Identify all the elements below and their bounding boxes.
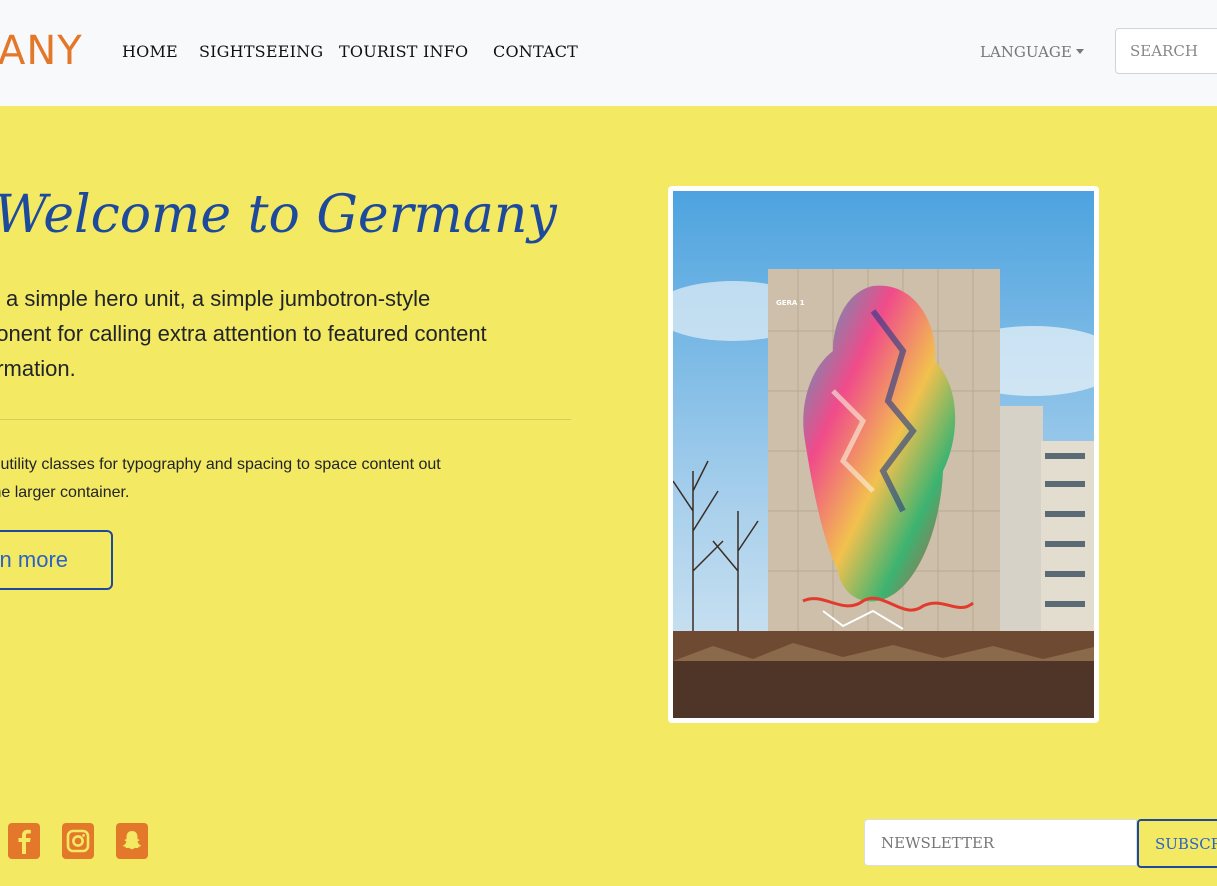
language-label: LANGUAGE — [980, 43, 1072, 61]
facebook-icon[interactable] — [8, 823, 40, 859]
language-dropdown[interactable]: LANGUAGE — [980, 42, 1084, 62]
hero-paragraph: s utility classes for typography and spa… — [0, 456, 441, 501]
brand-logo[interactable]: ANY — [0, 27, 83, 75]
nav-sightseeing[interactable]: SIGHTSEEING — [199, 42, 323, 62]
snapchat-icon[interactable] — [116, 823, 148, 859]
hero-lead: is a simple hero unit, a simple jumbotro… — [0, 286, 487, 381]
divider — [0, 419, 571, 420]
hero-title: Welcome to Germany — [0, 185, 557, 245]
snapchat-glyph — [122, 831, 142, 850]
caret-down-icon — [1075, 49, 1084, 54]
hero-image: GERA 1 — [668, 186, 1099, 723]
mural-caption: GERA 1 — [776, 299, 805, 307]
nav-home[interactable]: HOME — [122, 42, 178, 62]
nav-contact[interactable]: CONTACT — [493, 42, 578, 62]
mural-photo: GERA 1 — [673, 191, 1094, 718]
instagram-glyph — [66, 829, 90, 853]
learn-more-button[interactable]: arn more — [0, 530, 113, 590]
subscribe-button[interactable]: SUBSCRIBE — [1137, 819, 1217, 868]
nav-tourist-info[interactable]: TOURIST INFO — [339, 42, 468, 62]
instagram-icon[interactable] — [62, 823, 94, 859]
navbar: ANY HOME SIGHTSEEING TOURIST INFO CONTAC… — [0, 0, 1217, 106]
facebook-glyph — [18, 829, 31, 854]
search-input[interactable] — [1115, 28, 1217, 74]
learn-more-label: arn more — [0, 547, 69, 572]
newsletter-input[interactable] — [864, 819, 1137, 866]
